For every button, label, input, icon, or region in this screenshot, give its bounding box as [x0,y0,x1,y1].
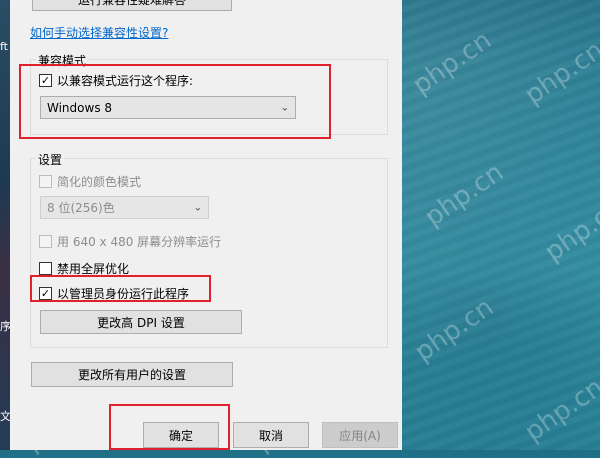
properties-dialog: 运行兼容性疑难解答 如何手动选择兼容性设置? 兼容模式 ✓ 以兼容模式运行这个程… [10,0,402,450]
disable-fullscreen-label: 禁用全屏优化 [57,262,130,276]
change-high-dpi-button[interactable]: 更改高 DPI 设置 [40,310,242,334]
run-in-compat-checkbox[interactable]: ✓ 以兼容模式运行这个程序: [39,72,193,89]
desktop-text-fragment: ft [0,40,8,53]
chevron-down-icon: ⌄ [193,202,202,213]
os-version-select[interactable]: Windows 8 ⌄ [40,96,296,119]
reduced-color-label: 简化的颜色模式 [57,175,142,189]
settings-legend: 设置 [36,151,65,168]
manual-compat-link[interactable]: 如何手动选择兼容性设置? [30,24,168,41]
run-as-admin-checkbox[interactable]: ✓ 以管理员身份运行此程序 [39,285,189,302]
disable-fullscreen-checkbox[interactable]: 禁用全屏优化 [39,260,129,277]
color-depth-select[interactable]: 8 位(256)色 ⌄ [40,196,209,219]
check-icon: ✓ [39,74,52,87]
check-icon: ✓ [39,287,52,300]
run-in-compat-label: 以兼容模式运行这个程序: [57,74,194,88]
cancel-button[interactable]: 取消 [233,422,309,448]
run-troubleshooter-button[interactable]: 运行兼容性疑难解答 [32,0,232,11]
apply-button[interactable]: 应用(A) [322,422,398,448]
reduced-color-checkbox[interactable]: 简化的颜色模式 [39,173,141,190]
os-version-value: Windows 8 [47,100,113,115]
color-depth-value: 8 位(256)色 [47,201,115,215]
ok-button[interactable]: 确定 [143,422,219,448]
chevron-down-icon: ⌄ [280,102,289,113]
change-all-users-button[interactable]: 更改所有用户的设置 [31,362,233,387]
resolution-640-label: 用 640 x 480 屏幕分辨率运行 [57,235,222,249]
run-as-admin-label: 以管理员身份运行此程序 [57,287,190,301]
resolution-640-checkbox[interactable]: 用 640 x 480 屏幕分辨率运行 [39,233,221,250]
desktop-left-edge: ft 序 文 [0,0,11,450]
compat-mode-legend: 兼容模式 [36,52,89,69]
